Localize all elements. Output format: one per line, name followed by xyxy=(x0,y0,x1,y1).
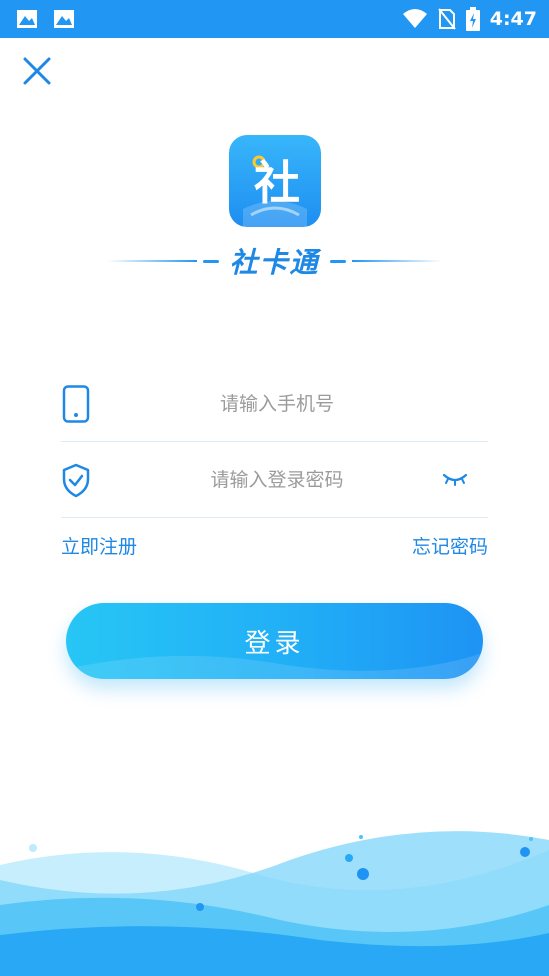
password-input[interactable] xyxy=(121,459,433,501)
app-logo: 社 xyxy=(229,135,321,227)
login-button-label: 登录 xyxy=(244,628,305,659)
close-icon[interactable] xyxy=(18,52,56,90)
shield-icon xyxy=(62,463,90,498)
status-bar: 4:47 xyxy=(0,0,549,38)
no-sim-icon xyxy=(437,8,456,30)
password-field xyxy=(61,441,488,518)
logo-glyph: 社 xyxy=(254,156,300,210)
divider xyxy=(107,260,198,262)
register-link[interactable]: 立即注册 xyxy=(61,532,137,559)
divider xyxy=(351,260,442,262)
phone-input[interactable] xyxy=(121,383,433,425)
divider xyxy=(329,259,346,263)
auth-links: 立即注册 忘记密码 xyxy=(61,530,488,560)
eye-closed-icon[interactable] xyxy=(442,469,468,489)
wifi-icon xyxy=(402,9,427,28)
forgot-password-link[interactable]: 忘记密码 xyxy=(412,532,488,559)
image-notification-icon xyxy=(17,10,37,28)
phone-icon xyxy=(62,385,90,423)
wave-decoration xyxy=(0,831,549,976)
image-notification-icon xyxy=(54,10,74,28)
login-button[interactable]: 登录 xyxy=(66,603,483,679)
divider xyxy=(203,259,220,263)
battery-charging-icon xyxy=(465,7,480,31)
app-name: 社卡通 xyxy=(229,246,320,279)
brand-title: 社卡通 xyxy=(0,238,549,284)
phone-field xyxy=(61,365,488,442)
clock: 4:47 xyxy=(489,8,537,30)
